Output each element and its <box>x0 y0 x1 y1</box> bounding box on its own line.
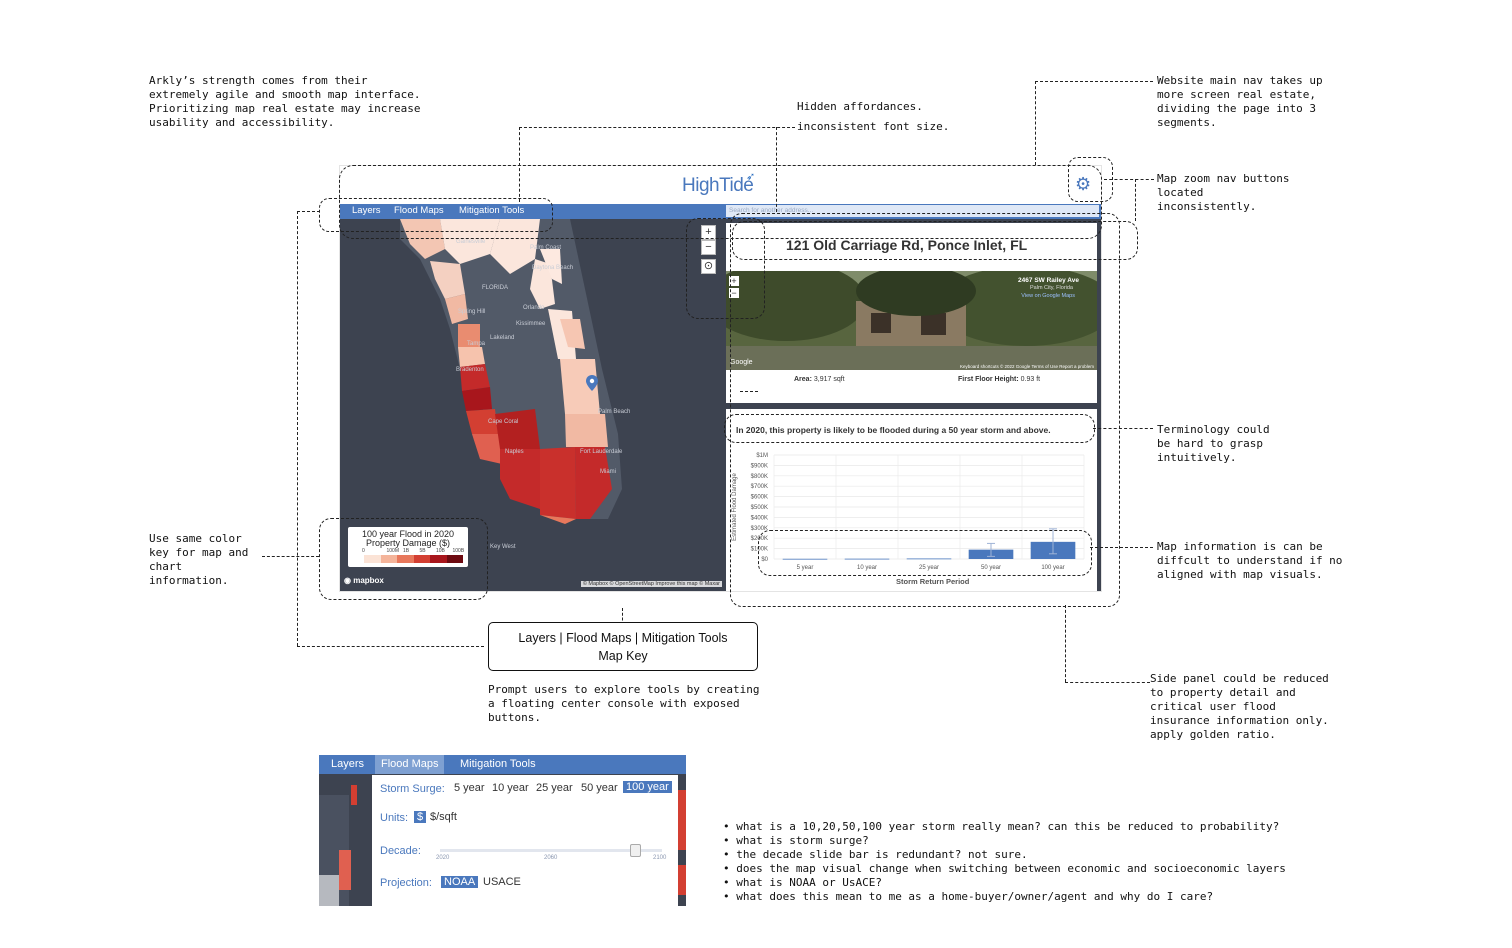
flood-maps-panel-screenshot: Layers Flood Maps Mitigation Tools Storm… <box>319 755 686 906</box>
storm-option-25-year[interactable]: 25 year <box>536 782 573 794</box>
flood-maps-options-card: Storm Surge: 5 year 10 year 25 year 50 y… <box>372 775 678 906</box>
map-city-label: Lakeland <box>490 335 515 341</box>
mini-tab-layers[interactable]: Layers <box>325 755 370 774</box>
map-city-label: Spring Hill <box>458 309 486 315</box>
floating-console-concept: Layers | Flood Maps | Mitigation Tools M… <box>488 622 758 671</box>
question-item: • what is NOAA or UsACE? <box>723 876 882 889</box>
storm-option-100-year[interactable]: 100 year <box>623 781 672 793</box>
map-city-label: Daytona Beach <box>532 265 574 271</box>
map-attribution[interactable]: © Mapbox © OpenStreetMap Improve this ma… <box>580 581 722 587</box>
projection-label: Projection: <box>380 877 432 889</box>
question-item: • what is a 10,20,50,100 year storm real… <box>723 820 1280 833</box>
storm-option-50-year[interactable]: 50 year <box>581 782 618 794</box>
map-city-label: Orlando <box>523 305 545 311</box>
map-city-label: Fort Lauderdale <box>580 449 623 455</box>
connector-line <box>297 211 320 212</box>
connector-line <box>740 391 758 392</box>
connector-line <box>1093 428 1153 429</box>
units-option-dollars[interactable]: $ <box>414 811 427 823</box>
decade-tick: 2060 <box>544 855 558 861</box>
connector-line <box>776 127 777 212</box>
annotation-arkly-strength: Arkly’s strength comes from their extrem… <box>149 74 421 129</box>
storm-option-10-year[interactable]: 10 year <box>492 782 529 794</box>
projection-option-noaa[interactable]: NOAA <box>441 876 479 888</box>
connector-line <box>1090 547 1153 548</box>
units-option-per-sqft[interactable]: $/sqft <box>430 811 457 823</box>
connector-line <box>1035 81 1153 82</box>
question-item: • does the map visual change when switch… <box>723 862 1286 875</box>
map-city-label: Naples <box>505 449 524 455</box>
decade-slider-track[interactable] <box>440 849 662 852</box>
map-city-label: Bradenton <box>456 367 484 373</box>
console-tabs-line: Layers | Flood Maps | Mitigation Tools <box>518 631 728 645</box>
annotation-zoom-nav: Map zoom nav buttons located inconsisten… <box>1157 172 1290 213</box>
map-city-label: Tampa <box>467 341 486 347</box>
question-item: • what is storm surge? <box>723 834 869 847</box>
callout-flood-message <box>724 414 1095 443</box>
map-city-label: Gainesville <box>456 239 486 245</box>
mini-tab-mitigation-tools[interactable]: Mitigation Tools <box>454 755 542 774</box>
decade-tick: 2100 <box>653 855 667 861</box>
annotation-terminology: Terminology could be hard to grasp intui… <box>1157 423 1270 464</box>
projection-option-usace[interactable]: USACE <box>483 876 521 888</box>
questions-list: • what is a 10,20,50,100 year storm real… <box>723 820 1286 904</box>
connector-line <box>297 646 484 647</box>
map-city-label: Kissimmee <box>516 321 546 327</box>
connector-line <box>1135 179 1136 221</box>
storm-surge-label: Storm Surge: <box>380 783 445 795</box>
annotation-inconsistent-font: inconsistent font size. <box>797 120 950 133</box>
location-pin-icon[interactable] <box>586 375 598 391</box>
console-map-key-line: Map Key <box>598 649 648 663</box>
map-city-label: Cape Coral <box>488 419 519 425</box>
decade-slider-thumb[interactable] <box>630 844 642 857</box>
mini-tab-flood-maps[interactable]: Flood Maps <box>375 755 445 774</box>
connector-line <box>1035 81 1036 165</box>
annotation-main-nav: Website main nav takes up more screen re… <box>1157 74 1323 129</box>
connector-line <box>1104 179 1154 180</box>
connector-line <box>1065 682 1150 683</box>
map-city-label: FLORIDA <box>482 285 509 291</box>
decade-label: Decade: <box>380 845 421 857</box>
callout-legend <box>319 518 488 600</box>
map-city-label: Key West <box>490 544 516 550</box>
storm-option-5-year[interactable]: 5 year <box>454 782 485 794</box>
map-city-label: Palm Coast <box>530 245 562 251</box>
connector-line <box>297 211 298 646</box>
connector-line <box>262 556 319 557</box>
decade-tick: 2020 <box>436 855 450 861</box>
connector-line <box>1065 605 1066 682</box>
callout-nav-tabs <box>319 198 553 232</box>
annotation-hidden-affordances: Hidden affordances. <box>797 100 923 113</box>
map-city-label: Miami <box>600 469 616 475</box>
question-item: • the decade slide bar is redundant? not… <box>723 848 1028 861</box>
annotation-side-panel: Side panel could be reduced to property … <box>1150 672 1329 741</box>
annotation-map-info: Map information is can be diffcult to un… <box>1157 540 1343 581</box>
connector-line <box>519 127 520 202</box>
units-label: Units: <box>380 812 409 824</box>
connector-line <box>519 127 795 128</box>
callout-chart-bars <box>758 530 1092 576</box>
question-item: • what does this mean to me as a home-bu… <box>723 890 1214 903</box>
annotation-color-key: Use same color key for map and chart inf… <box>149 532 249 587</box>
map-city-label: Palm Beach <box>598 409 631 415</box>
annotation-prompt-users: Prompt users to explore tools by creatin… <box>488 683 760 724</box>
mini-nav: Layers Flood Maps Mitigation Tools <box>319 755 686 774</box>
